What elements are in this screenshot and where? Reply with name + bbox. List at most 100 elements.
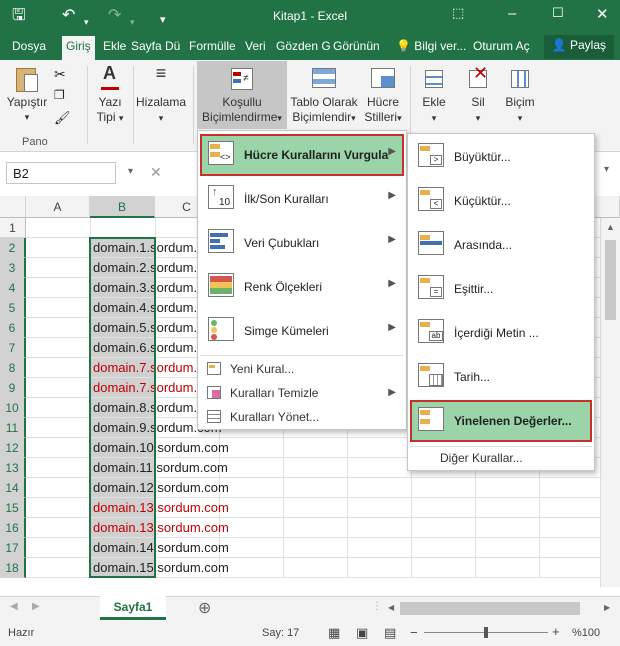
page-layout-view-icon[interactable]: ▣ [356,625,368,641]
row-header[interactable]: 10 [0,398,26,418]
expand-formula-bar-icon[interactable]: ▾ [604,164,609,175]
row-header[interactable]: 16 [0,518,26,538]
submenu-item-more-rules[interactable]: Diğer Kurallar... [410,447,592,469]
submenu-item-less-than[interactable]: < Küçüktür... [410,180,592,222]
zoom-level[interactable]: %100 [572,627,600,639]
menu-item-icon-sets[interactable]: Simge Kümeleri ▶ [200,310,404,352]
format-as-table-button[interactable]: Tablo Olarak Biçimlendir▾ [288,66,360,126]
select-all-corner[interactable] [0,196,26,218]
status-ready: Hazır [8,627,35,639]
menu-item-manage-rules[interactable]: Kuralları Yönet... [200,406,404,428]
tab-insert[interactable]: Ekle [103,39,126,53]
row-header[interactable]: 14 [0,478,26,498]
sheet-options-icon[interactable]: ⋮ [372,601,382,612]
submenu-item-equal-to[interactable]: = Eşittir... [410,268,592,310]
minimize-icon[interactable]: – [508,5,516,22]
menu-item-data-bars[interactable]: Veri Çubukları ▶ [200,222,404,264]
zoom-in-icon[interactable]: + [552,624,560,639]
close-icon[interactable]: ✕ [596,5,609,23]
menu-item-top-bottom-rules[interactable]: ↑ 10 İlk/Son Kuralları ▶ [200,178,404,220]
copy-icon[interactable]: ❐ [54,88,65,102]
submenu-item-greater-than[interactable]: > Büyüktür... [410,136,592,178]
row-header[interactable]: 5 [0,298,26,318]
font-icon: A [95,64,125,92]
zoom-slider-thumb[interactable] [484,627,488,638]
cancel-entry-icon[interactable]: ✕ [150,164,162,181]
submenu-item-date-occurring[interactable]: Tarih... [410,356,592,398]
conditional-formatting-button[interactable]: ≠ Koşullu Biçimlendirme▾ [197,61,287,129]
previous-sheet-icon[interactable]: ◀ [10,601,18,612]
insert-cells-button[interactable]: Ekle ▾ [414,66,454,126]
scroll-thumb[interactable] [605,240,616,320]
format-cells-button[interactable]: Biçim ▾ [500,66,540,126]
column-header-b[interactable]: B [90,196,155,218]
maximize-icon[interactable]: ☐ [552,5,564,21]
between-icon [416,229,446,259]
zoom-out-icon[interactable]: − [410,625,418,640]
submenu-arrow-icon: ▶ [388,278,396,289]
tab-data[interactable]: Veri [245,39,266,53]
menu-item-new-rule[interactable]: Yeni Kural... [200,358,404,380]
alignment-button[interactable]: ≡ Hizalama ▾ [134,64,188,126]
menu-item-highlight-cell-rules[interactable]: <> Hücre Kurallarını Vurgula ▶ [200,134,404,176]
cut-icon[interactable]: ✂ [54,66,66,83]
next-sheet-icon[interactable]: ▶ [32,601,40,612]
page-break-view-icon[interactable]: ▤ [384,625,396,641]
name-box-dropdown-icon[interactable]: ▾ [128,166,133,177]
insert-cells-dropdown-icon: ▾ [431,113,437,123]
insert-cells-icon [419,66,449,92]
format-cells-dropdown-icon: ▾ [517,113,523,123]
row-header[interactable]: 1 [0,218,26,238]
tab-review[interactable]: Gözden G [276,39,331,53]
tab-home[interactable]: Giriş [62,36,95,60]
horizontal-scroll-thumb[interactable] [400,602,580,615]
submenu-item-duplicate-values[interactable]: Yinelenen Değerler... [410,400,592,442]
format-painter-icon[interactable]: 🖌 [54,110,71,126]
tell-me[interactable]: 💡 Bilgi ver... [396,39,466,53]
row-header[interactable]: 4 [0,278,26,298]
submenu-item-between[interactable]: Arasında... [410,224,592,266]
row-header[interactable]: 12 [0,438,26,458]
row-header[interactable]: 17 [0,538,26,558]
delete-cells-button[interactable]: ✕ Sil ▾ [458,64,498,126]
ribbon-display-icon[interactable]: ⬚ [452,5,464,21]
scroll-right-icon[interactable]: ▶ [604,603,610,612]
alignment-label: Hizalama [135,95,186,109]
paste-button[interactable]: Yapıştır ▾ [4,66,50,125]
row-header[interactable]: 8 [0,358,26,378]
row-header[interactable]: 7 [0,338,26,358]
top-bottom-rules-icon: ↑ 10 [206,183,236,213]
tab-file[interactable]: Dosya [12,39,46,53]
new-sheet-icon[interactable]: ⊕ [198,598,211,618]
sign-in-link[interactable]: Oturum Aç [473,39,530,53]
row-header[interactable]: 3 [0,258,26,278]
row-header[interactable]: 13 [0,458,26,478]
tab-page-layout[interactable]: Sayfa Dü [131,39,180,53]
tab-formulas[interactable]: Formülle [189,39,236,53]
sheet-tab-sayfa1[interactable]: Sayfa1 [100,596,166,620]
font-button[interactable]: A Yazı Tipi ▾ [90,64,130,126]
scroll-left-icon[interactable]: ◀ [388,603,394,612]
menu-item-clear-rules[interactable]: Kuralları Temizle ▶ [200,382,404,404]
row-header[interactable]: 6 [0,318,26,338]
clipboard-icon [12,66,42,92]
name-box[interactable]: B2 [6,162,116,184]
vertical-scrollbar[interactable]: ▲ [600,218,620,587]
row-header[interactable]: 11 [0,418,26,438]
row-header[interactable]: 18 [0,558,26,578]
cell-styles-button[interactable]: Hücre Stilleri▾ [360,66,406,126]
normal-view-icon[interactable]: ▦ [328,625,340,641]
tab-view[interactable]: Görünün [333,39,380,53]
column-header-a[interactable]: A [26,196,90,218]
row-header[interactable]: 15 [0,498,26,518]
submenu-item-text-contains[interactable]: ab İçerdiği Metin ... [410,312,592,354]
group-separator [87,66,88,144]
format-cells-icon [505,66,535,92]
format-as-table-dropdown-icon: ▾ [351,113,356,123]
scroll-up-icon[interactable]: ▲ [606,222,615,232]
menu-item-color-scales[interactable]: Renk Ölçekleri ▶ [200,266,404,308]
row-header[interactable]: 9 [0,378,26,398]
row-header[interactable]: 2 [0,238,26,258]
share-button[interactable]: 👤 Paylaş [543,35,614,59]
conditional-formatting-menu: <> Hücre Kurallarını Vurgula ▶ ↑ 10 İlk/… [197,130,407,430]
